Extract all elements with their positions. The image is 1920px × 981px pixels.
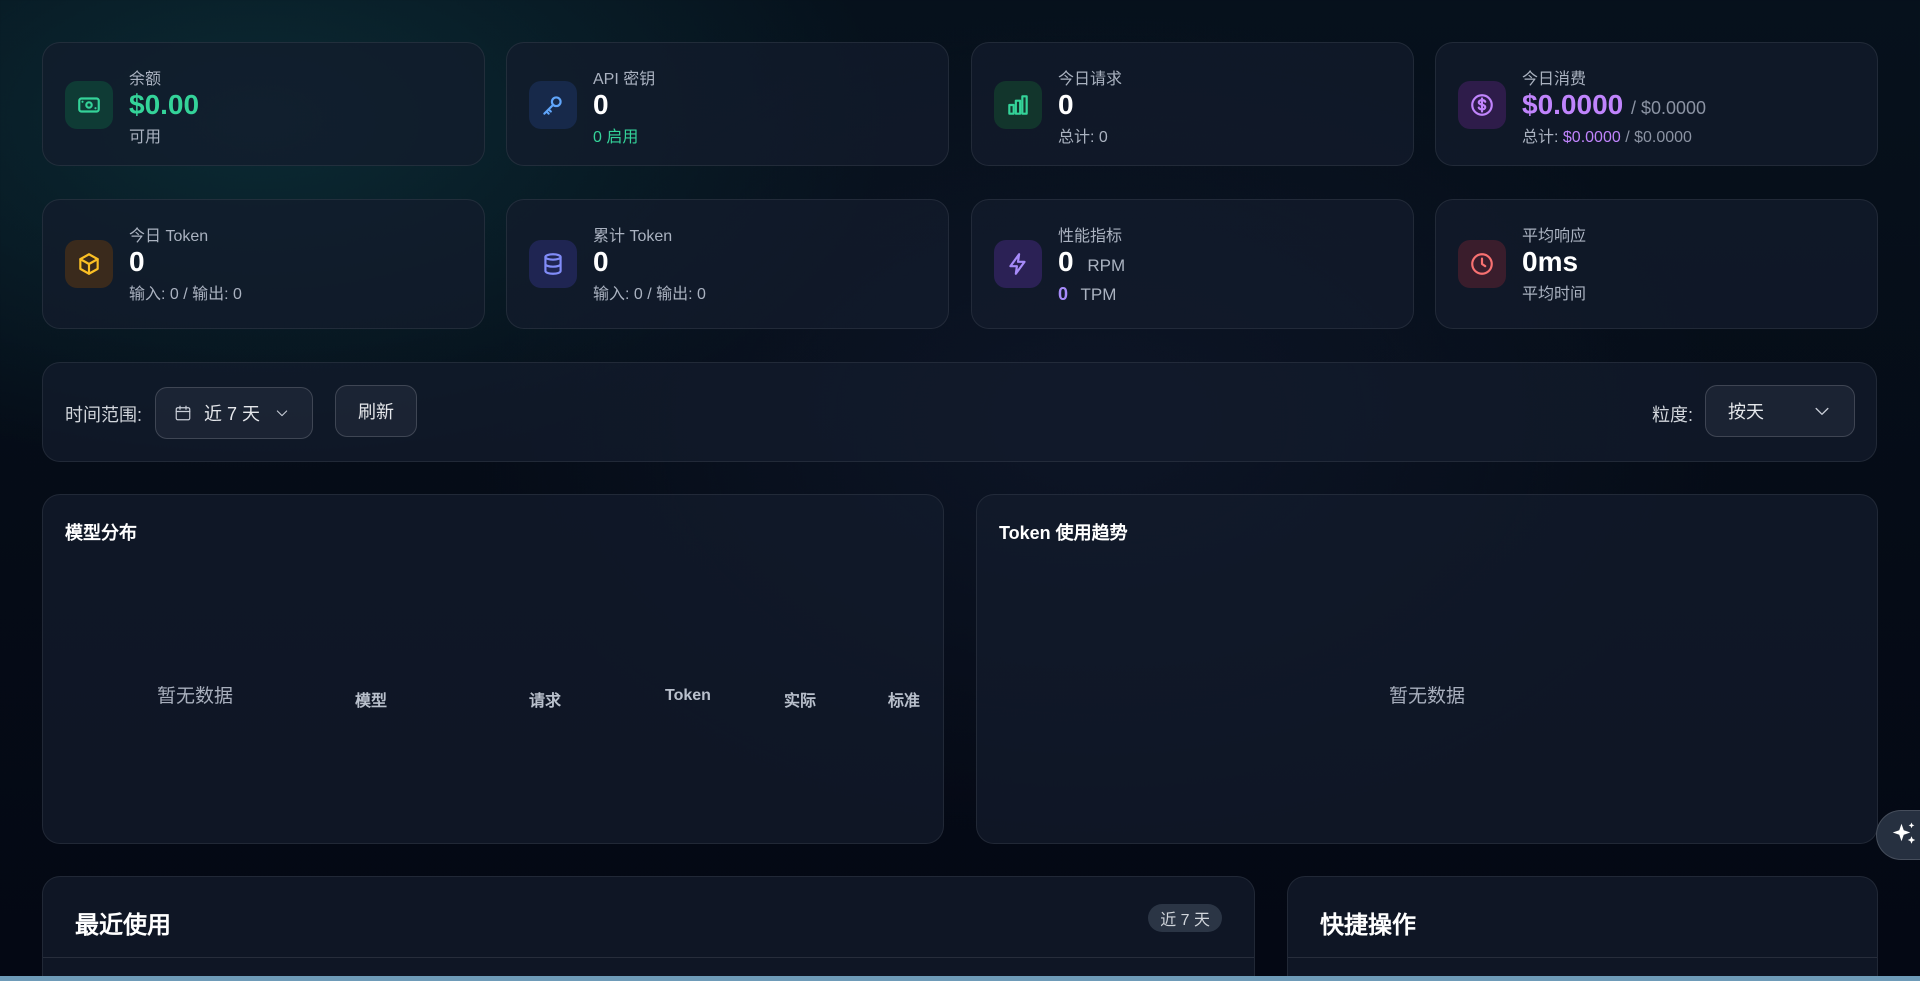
time-range-value: 近 7 天 [204,404,261,424]
stat-value: 0ms [1522,246,1579,277]
stat-card-performance: 性能指标 0 RPM 0 TPM [971,199,1414,329]
bottom-bar [0,976,1920,981]
clock-icon [1458,240,1506,288]
stat-value: 0 [129,246,145,277]
calendar-icon [174,404,192,422]
stat-value: 0 [593,246,609,277]
stat-value: $0.00 [129,89,200,120]
filter-bar: 时间范围: 近 7 天 刷新 粒度: 按天 [42,362,1877,462]
stat-value: $0.0000 [1522,89,1624,120]
stat-sub: 输入: 0 / 输出: 0 [129,286,242,303]
stat-card-today-requests: 今日请求 0 总计: 0 [971,42,1414,166]
stat-value-row: 0 RPM [1058,246,1125,278]
refresh-button[interactable]: 刷新 [335,385,417,437]
stat-label: API 密钥 [593,71,656,88]
bar-chart-icon [994,81,1042,129]
chevron-down-icon [1812,401,1832,421]
stat-sub: 输入: 0 / 输出: 0 [593,286,706,303]
stat-value-row: $0.0000 / $0.0000 [1522,89,1706,121]
chevron-down-icon [274,405,290,421]
column-header-model[interactable]: 模型 [355,687,387,711]
money-icon [65,81,113,129]
refresh-label: 刷新 [358,402,394,422]
stat-card-api-keys: API 密钥 0 0 启用 [506,42,949,166]
cube-icon [65,240,113,288]
stat-sub-value: 0 [1058,284,1069,304]
sparkles-icon [1889,820,1919,850]
stat-sub: 0 启用 [593,129,639,146]
stat-sub-row: 0 TPM [1058,284,1116,305]
stat-card-avg-response: 平均响应 0ms 平均时间 [1435,199,1878,329]
stat-value: 0 [1058,246,1074,277]
column-header-actual[interactable]: 实际 [784,687,816,711]
stat-card-total-token: 累计 Token 0 输入: 0 / 输出: 0 [506,199,949,329]
stat-sub-prefix: 总计: [1522,129,1563,146]
granularity-select[interactable]: 按天 [1705,385,1855,437]
stat-card-balance: 余额 $0.00 可用 [42,42,485,166]
stat-sub-unit: TPM [1080,285,1117,304]
quick-actions-panel: 快捷操作 [1287,876,1878,981]
stat-label: 今日请求 [1058,71,1123,88]
ai-assistant-button[interactable] [1876,810,1920,860]
stat-card-today-cost: 今日消费 $0.0000 / $0.0000 总计: $0.0000 / $0.… [1435,42,1878,166]
stat-sub-suffix: / $0.0000 [1620,129,1692,146]
stat-value: 0 [593,89,609,120]
empty-state: 暂无数据 [157,686,234,707]
stat-sub: 可用 [129,129,162,146]
stat-sub-row: 总计: $0.0000 / $0.0000 [1522,123,1692,147]
lightning-icon [994,240,1042,288]
granularity-label: 粒度: [1652,405,1694,425]
recent-usage-panel: 最近使用 近 7 天 [42,876,1255,981]
time-range-label: 时间范围: [65,405,143,425]
time-badge: 近 7 天 [1148,904,1222,932]
stat-sub-value: $0.0000 [1562,129,1621,146]
time-range-select[interactable]: 近 7 天 [155,387,313,439]
column-header-requests[interactable]: 请求 [529,687,561,711]
stat-label: 今日 Token [129,228,209,245]
stat-card-today-token: 今日 Token 0 输入: 0 / 输出: 0 [42,199,485,329]
stat-sub: 平均时间 [1522,286,1587,303]
stat-label: 累计 Token [593,228,673,245]
panel-title: Token 使用趋势 [999,523,1128,543]
column-header-token[interactable]: Token [665,687,711,705]
panel-title: 最近使用 [75,912,171,939]
stat-label: 性能指标 [1058,228,1123,245]
granularity-value: 按天 [1728,402,1764,422]
stat-label: 今日消费 [1522,71,1587,88]
divider [1288,957,1877,958]
token-trend-panel: Token 使用趋势 暂无数据 [976,494,1878,844]
divider [43,957,1254,958]
key-icon [529,81,577,129]
panel-title: 模型分布 [65,523,137,543]
stat-sub: 总计: 0 [1058,129,1108,146]
empty-state: 暂无数据 [1389,686,1466,707]
stat-label: 平均响应 [1522,228,1587,245]
model-distribution-panel: 模型分布 暂无数据 模型 请求 Token 实际 标准 [42,494,944,844]
stat-unit: RPM [1087,256,1126,275]
dollar-circle-icon [1458,81,1506,129]
stat-label: 余额 [129,71,162,88]
column-header-standard[interactable]: 标准 [888,687,920,711]
database-icon [529,240,577,288]
stat-value: 0 [1058,89,1074,120]
stat-value-suffix: / $0.0000 [1631,98,1707,118]
panel-title: 快捷操作 [1320,912,1416,939]
